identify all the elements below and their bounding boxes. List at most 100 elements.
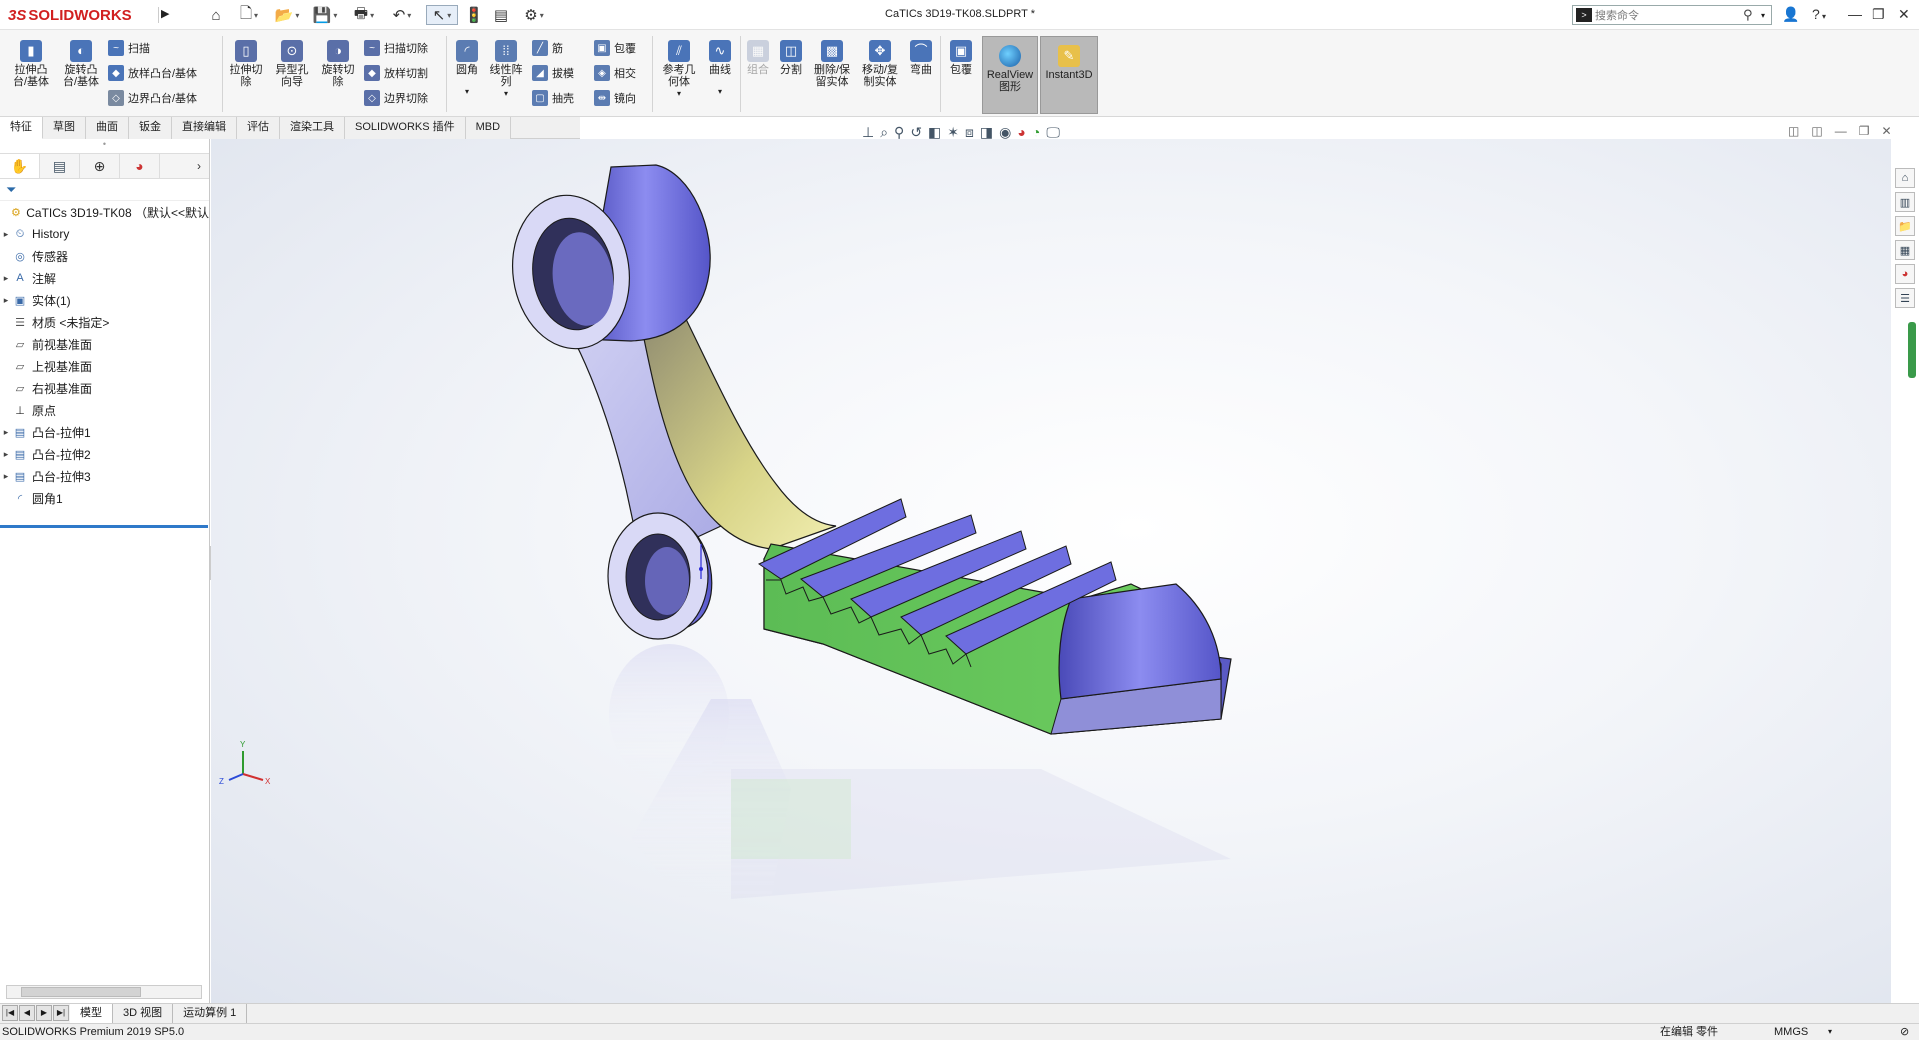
expand-arrow-icon[interactable]: ▸ [0,471,12,482]
tree-item[interactable]: ▱ 前视基准面 [0,333,209,355]
realview-graphics-button[interactable]: RealView 图形 [982,36,1038,114]
feature-manager-tab-icon[interactable]: ✋ [0,154,40,178]
edit-appearance-icon[interactable]: ◕ [1017,124,1025,140]
custom-properties-icon[interactable]: ☰ [1895,288,1915,308]
expand-arrow-icon[interactable]: ▸ [0,295,12,306]
next-tab-icon[interactable]: ▶ [36,1004,52,1021]
tab-model[interactable]: 模型 [70,1003,113,1024]
units-dropdown-icon[interactable]: ▾ [1828,1024,1832,1040]
save-icon[interactable]: 💾 ▾ [310,5,340,25]
print-icon[interactable]: 🖶 ▾ [348,5,380,25]
tree-item[interactable]: ▸ ▤ 凸台-拉伸1 [0,421,209,443]
open-file-icon[interactable]: 📂 ▾ [270,5,304,25]
tree-item[interactable]: ▸ A 注解 [0,267,209,289]
section-view-icon[interactable]: ◧ [928,124,941,141]
tree-item[interactable]: ▸ ▤ 凸台-拉伸3 [0,465,209,487]
tree-item[interactable]: ◎ 传感器 [0,245,209,267]
curves-button[interactable]: ∿ 曲线 ▾ [704,40,736,98]
tab-sheet-metal[interactable]: 钣金 [129,117,172,139]
rollback-bar[interactable] [0,525,208,528]
previous-view-icon[interactable]: ↺ [910,124,922,141]
view-settings-monitor-icon[interactable]: 🖵 [1046,124,1060,141]
viewport-minimize-icon[interactable]: — [1835,124,1847,138]
viewport-close-icon[interactable]: ✕ [1881,124,1891,138]
expand-arrow-icon[interactable]: ▸ [0,229,12,240]
tree-item[interactable]: ▸ ▤ 凸台-拉伸2 [0,443,209,465]
expand-arrow-icon[interactable]: ▸ [0,449,12,460]
tab-3d-views[interactable]: 3D 视图 [113,1003,174,1024]
menu-expand-arrow-icon[interactable]: ▶ [158,7,170,23]
tree-item[interactable]: ▱ 上视基准面 [0,355,209,377]
restore-button[interactable]: ❐ [1872,6,1885,23]
solidworks-logo[interactable]: 3S SOLIDWORKS [8,3,156,27]
help-icon[interactable]: ? ▾ [1812,6,1826,22]
property-manager-tab-icon[interactable]: ▤ [40,154,80,178]
search-dropdown-icon[interactable]: ▾ [1761,11,1771,20]
mirror-button[interactable]: ⇹ 镜向 [594,90,636,106]
appearances-scenes-icon[interactable]: ◕ [1895,264,1915,284]
move-copy-body-button[interactable]: ✥ 移动/复 制实体 [858,40,902,88]
status-help-icon[interactable]: ⊘ [1900,1024,1909,1040]
instant3d-button[interactable]: ✎ Instant3D [1040,36,1098,114]
tab-surfaces[interactable]: 曲面 [86,117,129,139]
combine-button[interactable]: ▦ 组合 [744,40,772,76]
viewport-restore-icon[interactable]: ❐ [1859,124,1870,138]
minimize-button[interactable]: — [1848,6,1862,22]
boundary-cut-button[interactable]: ◇ 边界切除 [364,90,428,106]
tab-motion-study-1[interactable]: 运动算例 1 [173,1003,248,1024]
shell-button[interactable]: ▢ 抽壳 [532,90,574,106]
extrude-cut-button[interactable]: ▯ 拉伸切 除 [226,40,266,88]
home-icon[interactable]: ⌂ [206,5,226,25]
tree-item[interactable]: ⊥ 原点 [0,399,209,421]
zoom-to-fit-icon[interactable]: ⌕ [880,124,888,141]
scrollbar-thumb[interactable] [21,987,141,997]
prev-tab-icon[interactable]: ◀ [19,1004,35,1021]
tab-render-tools[interactable]: 渲染工具 [280,117,345,139]
expand-arrow-icon[interactable]: ▸ [0,273,12,284]
flex-button[interactable]: ⌒ 弯曲 [906,40,936,76]
swept-cut-button[interactable]: ~ 扫描切除 [364,40,428,56]
delete-keep-body-button[interactable]: ▩ 删除/保 留实体 [810,40,854,88]
wrap-button[interactable]: ▣ 包覆 [594,40,636,56]
view-palette-icon[interactable]: ▦ [1895,240,1915,260]
tab-direct-editing[interactable]: 直接编辑 [172,117,237,139]
tree-item[interactable]: ▸ ⏲ History [0,223,209,245]
loft-boss-button[interactable]: ◆ 放样凸台/基体 [108,65,197,81]
panel-grip-icon[interactable]: • [0,139,209,153]
graphics-viewport[interactable]: Y X Z [211,139,1891,1003]
expand-arrow-icon[interactable]: ▸ [0,427,12,438]
curves-dropdown-icon[interactable]: ▾ [718,86,722,98]
linear-pattern-dropdown-icon[interactable]: ▾ [504,88,508,100]
zoom-to-area-icon[interactable]: ⚲ [894,124,904,141]
tree-root-part[interactable]: ⚙ CaTICs 3D19-TK08 （默认<<默认 [0,201,209,223]
tab-solidworks-addins[interactable]: SOLIDWORKS 插件 [345,117,466,139]
revolve-cut-button[interactable]: ◑ 旋转切 除 [316,40,360,88]
revolve-boss-button[interactable]: ◐ 旋转凸 台/基体 [58,40,104,88]
tab-sketch[interactable]: 草图 [43,117,86,139]
display-manager-tab-icon[interactable]: ◕ [120,154,160,178]
display-style-icon[interactable]: ◨ [980,124,993,141]
lofted-cut-button[interactable]: ◆ 放样切割 [364,65,428,81]
viewport-restore-right-icon[interactable]: ◫ [1811,124,1822,138]
tree-item[interactable]: ▱ 右视基准面 [0,377,209,399]
search-commands-box[interactable]: > 搜索命令 ⚲ ▾ [1572,5,1772,25]
configuration-manager-tab-icon[interactable]: ⊕ [80,154,120,178]
wrap-big-button[interactable]: ▣ 包覆 [946,40,976,76]
viewport-restore-left-icon[interactable]: ◫ [1788,124,1799,138]
dynamic-annotation-icon[interactable]: ✶ [947,124,959,141]
linear-pattern-button[interactable]: ⁞⁞ 线性阵 列 ▾ [486,40,526,100]
user-account-icon[interactable]: 👤 [1782,6,1799,23]
fillet-dropdown-icon[interactable]: ▾ [465,86,469,98]
first-tab-icon[interactable]: |◀ [2,1004,18,1021]
horizontal-scrollbar[interactable] [6,985,202,999]
tree-item[interactable]: ◜ 圆角1 [0,487,209,509]
tab-mbd[interactable]: MBD [465,117,512,139]
tab-evaluate[interactable]: 评估 [237,117,280,139]
task-pane-scroll-indicator[interactable] [1908,322,1916,378]
extrude-boss-button[interactable]: ▮ 拉伸凸 台/基体 [8,40,54,88]
rebuild-icon[interactable]: 🚦 [465,5,484,25]
split-button[interactable]: ◫ 分割 [776,40,806,76]
sweep-button[interactable]: ~ 扫描 [108,40,150,56]
view-orientation-icon[interactable]: ⊥ [862,124,874,141]
view-orientation-cube-icon[interactable]: ⧈ [965,124,974,141]
